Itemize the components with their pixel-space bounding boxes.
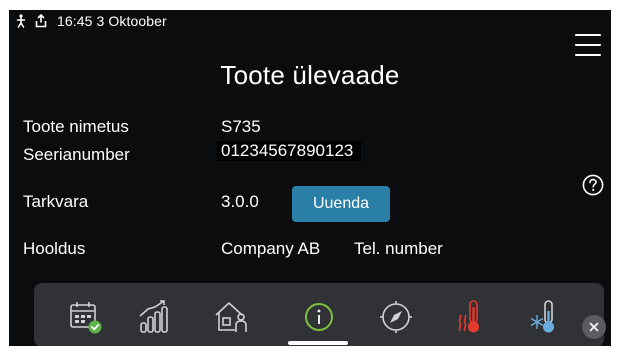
info-icon[interactable] [299, 297, 339, 337]
heat-thermometer-icon[interactable] [452, 297, 492, 337]
service-company-value: Company AB [221, 239, 321, 258]
calendar-check-icon[interactable] [65, 297, 105, 337]
service-label: Hooldus [23, 239, 86, 258]
house-person-icon[interactable] [211, 297, 251, 337]
serial-number-label: Seerianumber [23, 145, 130, 164]
product-overview-screen: 16:45 3 Oktoober Toote ülevaade Toote ni… [9, 10, 611, 346]
active-tab-indicator [288, 341, 348, 345]
page-title: Toote ülevaade [220, 60, 400, 90]
service-phone-value: Tel. number [354, 239, 443, 258]
software-label: Tarkvara [23, 192, 89, 211]
status-bar: 16:45 3 Oktoober [9, 10, 167, 32]
software-version-value: 3.0.0 [221, 192, 259, 211]
product-name-label: Toote nimetus [23, 117, 129, 136]
update-button[interactable]: Uuenda [292, 186, 390, 222]
bar-graph-icon[interactable] [133, 297, 173, 337]
product-name-value: S735 [221, 117, 261, 136]
upload-tray-icon [35, 14, 47, 28]
status-datetime: 16:45 3 Oktoober [57, 13, 167, 29]
person-walking-icon [15, 14, 27, 28]
bottom-navigation-bar [34, 283, 606, 346]
compass-icon[interactable] [376, 297, 416, 337]
cold-thermometer-icon[interactable] [526, 297, 566, 337]
hamburger-menu-icon[interactable] [575, 34, 601, 56]
close-icon[interactable] [582, 315, 606, 339]
serial-number-value: 01234567890123 [217, 141, 362, 161]
question-circle-icon[interactable] [582, 174, 604, 196]
